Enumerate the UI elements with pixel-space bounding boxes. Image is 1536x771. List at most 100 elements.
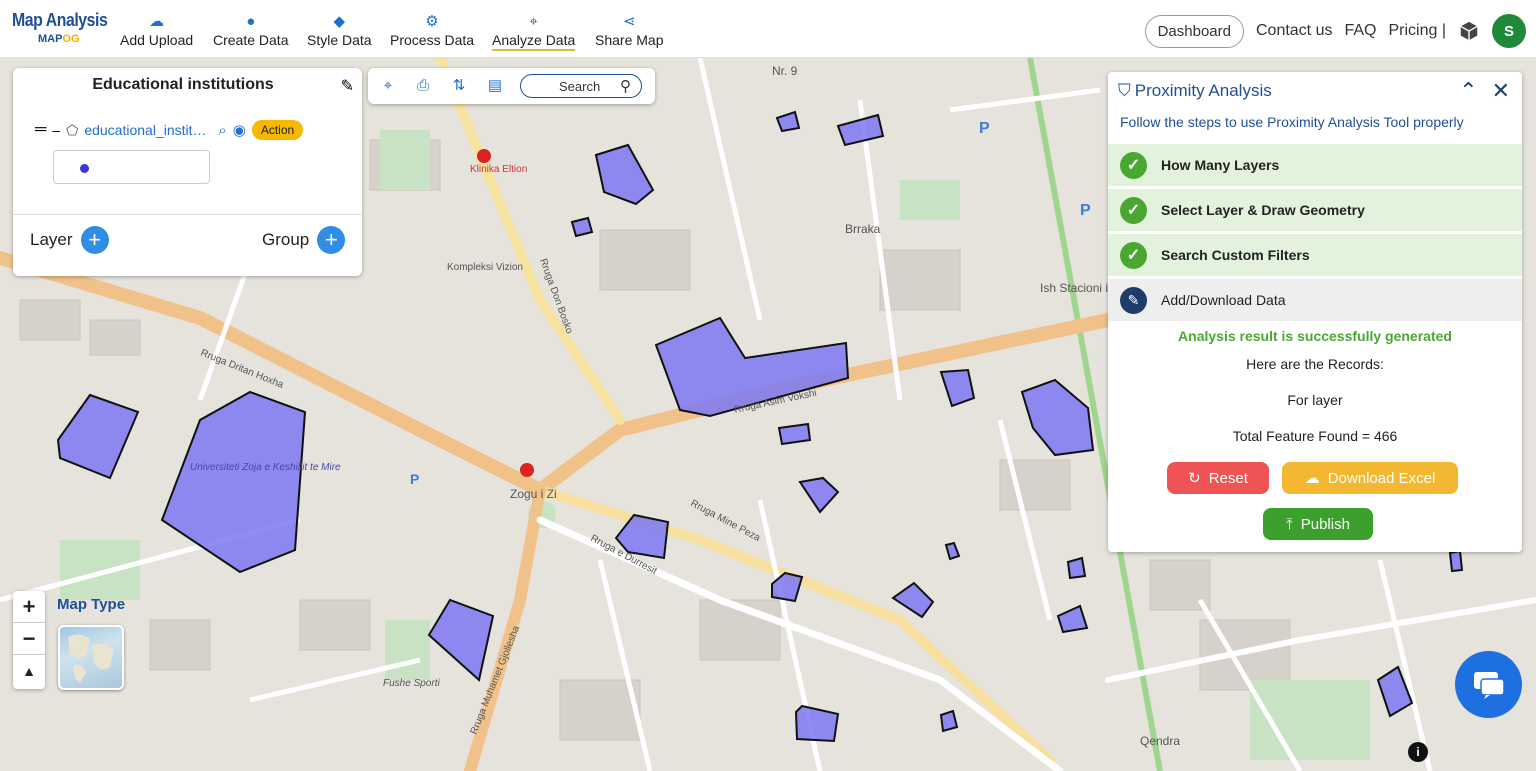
info-icon[interactable]: i	[1408, 742, 1428, 762]
upload-icon: ⤒	[1286, 515, 1293, 533]
pricing-link[interactable]: Pricing |	[1388, 22, 1446, 40]
map-label-nr9: Nr. 9	[772, 64, 798, 78]
nav-label: Analyze Data	[492, 32, 576, 48]
step-add-download[interactable]: ✎ Add/Download Data	[1108, 279, 1522, 321]
collapse-icon[interactable]: –	[52, 122, 60, 138]
zoom-controls: + − ▲	[13, 591, 45, 689]
add-group-label: Group	[262, 230, 310, 249]
nav-share-map[interactable]: ⋖ Share Map	[595, 12, 663, 48]
locate-icon[interactable]: ⌖	[379, 77, 397, 95]
success-message: Analysis result is successfully generate…	[1178, 328, 1452, 344]
compass-icon[interactable]: ▲	[13, 655, 45, 687]
chat-button[interactable]	[1455, 651, 1522, 718]
svg-text:P: P	[979, 120, 990, 137]
map-type-thumbnail[interactable]	[58, 625, 124, 690]
paint-bucket-icon: ◆	[333, 13, 346, 30]
search-icon: ⚲	[620, 78, 631, 95]
nav-label: Add Upload	[120, 32, 194, 48]
add-group-button[interactable]: Group +	[262, 226, 346, 254]
polygon-icon: ⬠	[66, 121, 79, 138]
zoom-out-button[interactable]: −	[13, 623, 45, 655]
layer-panel-title: Educational institutions	[92, 76, 274, 93]
measure-icon[interactable]: ⇅	[450, 77, 468, 95]
cube-icon[interactable]	[1458, 20, 1480, 42]
refresh-icon: ↻	[1188, 470, 1201, 487]
top-navbar: Map Analysis MAPOG ☁ Add Upload ● Create…	[0, 0, 1536, 58]
right-nav: Dashboard Contact us FAQ Pricing | S	[1144, 12, 1526, 50]
divider	[13, 214, 362, 215]
zoom-to-layer-icon[interactable]: ⌕	[218, 122, 226, 139]
for-layer-text: For layer	[1287, 392, 1343, 408]
check-icon: ✓	[1120, 196, 1147, 224]
step-label: How Many Layers	[1161, 157, 1280, 173]
nav-label: Process Data	[390, 32, 475, 48]
publish-button[interactable]: ⤒ Publish	[1263, 508, 1373, 540]
plus-icon: +	[80, 226, 109, 254]
step-select-layer[interactable]: ✓ Select Layer & Draw Geometry	[1108, 189, 1522, 231]
dashboard-button[interactable]: Dashboard	[1144, 14, 1244, 48]
pencil-icon[interactable]: ✎	[341, 76, 354, 96]
nav-style-data[interactable]: ◆ Style Data	[307, 12, 372, 48]
reset-label: Reset	[1208, 469, 1248, 487]
publish-label: Publish	[1300, 515, 1350, 533]
search-label: Search	[559, 79, 601, 94]
records-heading: Here are the Records:	[1246, 356, 1384, 372]
close-icon[interactable]: ✕	[1492, 78, 1510, 104]
avatar[interactable]: S	[1492, 14, 1526, 48]
proximity-analysis-panel: ⛉ Proximity Analysis ⌃ ✕ Follow the step…	[1108, 72, 1522, 552]
reset-button[interactable]: ↻ Reset	[1167, 462, 1269, 494]
nav-add-upload[interactable]: ☁ Add Upload	[120, 12, 193, 48]
map-label-qendra: Qendra	[1140, 734, 1180, 748]
layer-row: ═ – ⬠ educational_institutions ⌕ ◉ Actio…	[35, 120, 304, 140]
step-custom-filters[interactable]: ✓ Search Custom Filters	[1108, 234, 1522, 276]
analyze-icon: ⌖	[529, 13, 538, 30]
check-icon: ✓	[1120, 241, 1147, 269]
chevron-up-icon[interactable]: ⌃	[1459, 78, 1477, 104]
map-label-kompleksi: Kompleksi Vizion	[447, 262, 523, 273]
brand-subtitle: MAPOG	[38, 33, 80, 45]
brand-logo[interactable]: Map Analysis MAPOG	[12, 10, 120, 45]
nav-analyze-data[interactable]: ⌖ Analyze Data	[492, 12, 576, 51]
map-label-fushe-sporti: Fushe Sporti	[383, 678, 440, 689]
proximity-subtitle: Follow the steps to use Proximity Analys…	[1120, 114, 1464, 130]
excel-label: Download Excel	[1327, 469, 1436, 487]
brand-title: Map Analysis	[12, 10, 108, 30]
svg-text:P: P	[410, 471, 419, 487]
svg-text:P: P	[1080, 202, 1091, 219]
app-root: Map Analysis MAPOG ☁ Add Upload ● Create…	[0, 0, 1536, 771]
total-features: Total Feature Found = 466	[1232, 428, 1398, 444]
map-label-zogu-i-zi: Zogu i Zi	[510, 487, 557, 501]
chat-bubble-icon	[1473, 671, 1505, 699]
nav-process-data[interactable]: ⚙ Process Data	[390, 12, 474, 48]
layer-name[interactable]: educational_institutions	[84, 122, 212, 138]
map-search-button[interactable]: Search ⚲	[520, 74, 642, 98]
cloud-download-icon: ☁	[1304, 470, 1320, 487]
zoom-in-button[interactable]: +	[13, 591, 45, 623]
pencil-icon: ✎	[1120, 286, 1147, 314]
plus-icon: +	[317, 226, 346, 254]
panel-controls: ⌃ ✕	[1459, 78, 1510, 104]
visibility-eye-icon[interactable]: ◉	[233, 121, 246, 139]
action-button[interactable]: Action	[251, 120, 304, 140]
nav-label: Create Data	[213, 32, 289, 48]
layer-legend	[53, 150, 210, 184]
process-icon: ⚙	[425, 13, 439, 30]
proximity-icon: ⛉	[1118, 81, 1131, 100]
map-type-label: Map Type	[57, 596, 126, 613]
drag-handle-icon[interactable]: ═	[35, 121, 46, 139]
step-label: Search Custom Filters	[1161, 247, 1310, 263]
proximity-header: ⛉ Proximity Analysis	[1118, 81, 1272, 101]
download-excel-button[interactable]: ☁ Download Excel	[1282, 462, 1458, 494]
step-how-many-layers[interactable]: ✓ How Many Layers	[1108, 144, 1522, 186]
nav-create-data[interactable]: ● Create Data	[213, 12, 288, 48]
map-toolbar: ⌖ ⎙ ⇅ ▤ Search ⚲	[368, 68, 655, 104]
nav-label: Style Data	[307, 32, 372, 48]
map-label-universiteti: Universiteti Zoja e Keshillit te Mire	[190, 462, 341, 473]
map-label-klinika: Klinika Eltion	[470, 164, 527, 175]
print-icon[interactable]: ⎙	[414, 77, 432, 95]
add-layer-button[interactable]: Layer +	[30, 226, 109, 254]
contact-link[interactable]: Contact us	[1256, 22, 1332, 40]
step-label: Select Layer & Draw Geometry	[1161, 202, 1365, 218]
faq-link[interactable]: FAQ	[1344, 22, 1376, 40]
comment-icon[interactable]: ▤	[486, 77, 504, 95]
